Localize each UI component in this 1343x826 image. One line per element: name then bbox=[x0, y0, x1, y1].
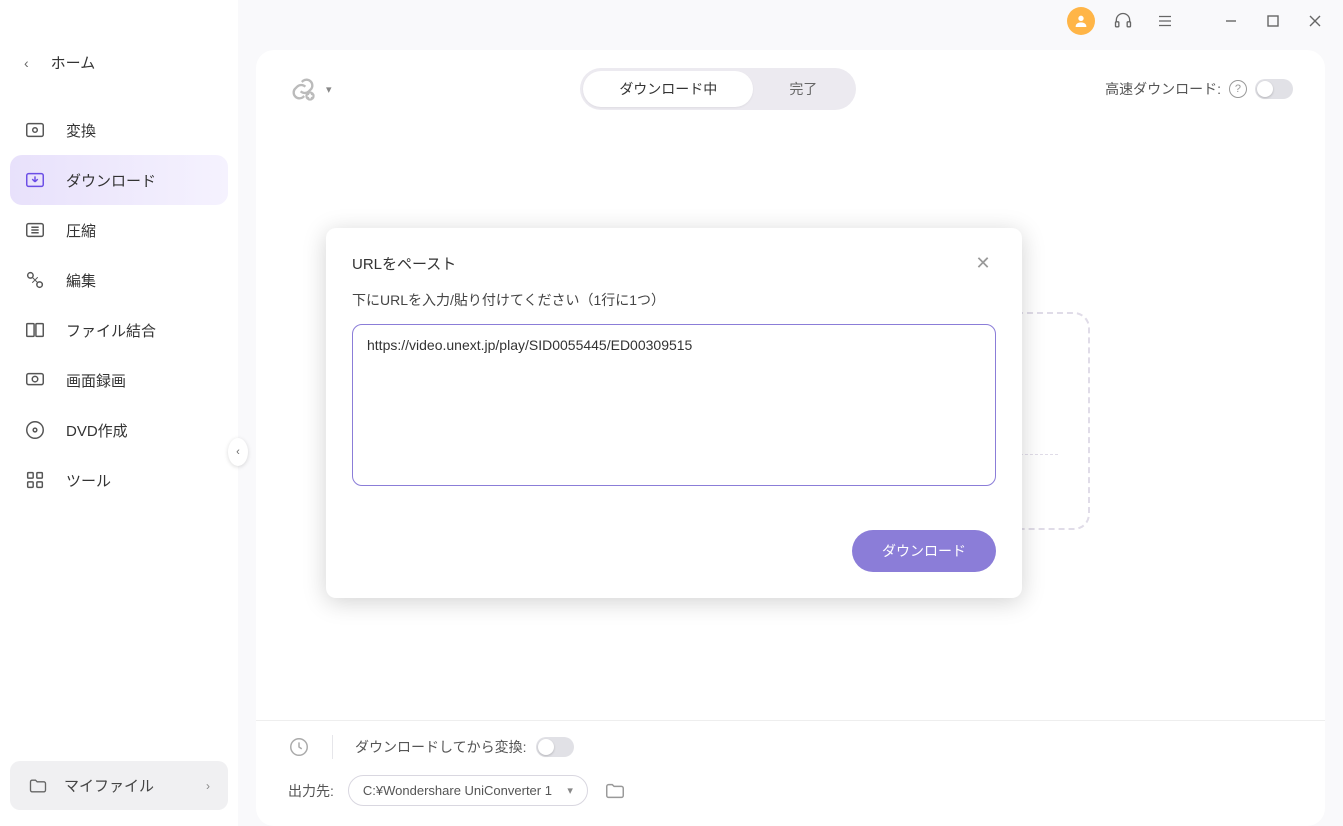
nav-label: ファイル結合 bbox=[66, 320, 156, 341]
paste-link-button[interactable]: ▾ bbox=[288, 74, 332, 104]
sidebar-item-download[interactable]: ダウンロード bbox=[10, 155, 228, 205]
output-label: 出力先: bbox=[288, 781, 334, 801]
download-button[interactable]: ダウンロード bbox=[852, 530, 996, 572]
sidebar-item-record[interactable]: 画面録画 bbox=[10, 355, 228, 405]
convert-after-label: ダウンロードしてから変換: bbox=[355, 737, 526, 757]
record-icon bbox=[24, 369, 46, 391]
back-chevron-icon: ‹ bbox=[24, 55, 29, 71]
home-button[interactable]: ‹ ホーム bbox=[0, 40, 238, 85]
sidebar-item-edit[interactable]: 編集 bbox=[10, 255, 228, 305]
nav-list: 変換 ダウンロード 圧縮 編集 ファイル結合 bbox=[0, 105, 238, 505]
maximize-button[interactable] bbox=[1259, 7, 1287, 35]
sidebar-item-convert[interactable]: 変換 bbox=[10, 105, 228, 155]
merge-icon bbox=[24, 319, 46, 341]
modal-close-button[interactable]: ✕ bbox=[970, 250, 996, 276]
nav-label: ダウンロード bbox=[66, 170, 156, 191]
chevron-down-icon: ▾ bbox=[326, 83, 332, 96]
headset-icon[interactable] bbox=[1109, 7, 1137, 35]
url-textarea[interactable] bbox=[352, 324, 996, 486]
sidebar-item-dvd[interactable]: DVD作成 bbox=[10, 405, 228, 455]
compress-icon bbox=[24, 219, 46, 241]
sidebar-item-compress[interactable]: 圧縮 bbox=[10, 205, 228, 255]
avatar[interactable] bbox=[1067, 7, 1095, 35]
fast-download-toggle[interactable] bbox=[1255, 79, 1293, 99]
menu-icon[interactable] bbox=[1151, 7, 1179, 35]
myfile-button[interactable]: マイファイル › bbox=[10, 761, 228, 810]
sidebar-collapse-toggle[interactable]: ‹ bbox=[228, 438, 248, 466]
myfile-label: マイファイル bbox=[64, 775, 190, 796]
output-path-text: C:¥Wondershare UniConverter 1 bbox=[363, 783, 557, 798]
sidebar-item-tools[interactable]: ツール bbox=[10, 455, 228, 505]
nav-label: 編集 bbox=[66, 270, 96, 291]
help-icon[interactable]: ? bbox=[1229, 80, 1247, 98]
tools-icon bbox=[24, 469, 46, 491]
tab-downloading[interactable]: ダウンロード中 bbox=[583, 71, 753, 107]
tabs: ダウンロード中 完了 bbox=[580, 68, 856, 110]
output-path-select[interactable]: C:¥Wondershare UniConverter 1 ▾ bbox=[348, 775, 588, 806]
open-folder-button[interactable] bbox=[602, 778, 628, 804]
nav-label: DVD作成 bbox=[66, 420, 128, 441]
folder-icon bbox=[28, 776, 48, 796]
download-icon bbox=[24, 169, 46, 191]
chevron-down-icon: ▾ bbox=[567, 784, 573, 797]
sidebar-item-merge[interactable]: ファイル結合 bbox=[10, 305, 228, 355]
convert-after-row: ダウンロードしてから変換: bbox=[355, 737, 574, 757]
minimize-button[interactable] bbox=[1217, 7, 1245, 35]
link-plus-icon bbox=[288, 74, 318, 104]
sidebar: ‹ ホーム 変換 ダウンロード 圧縮 編集 bbox=[0, 0, 238, 826]
bottombar: ダウンロードしてから変換: 出力先: C:¥Wondershare UniCon… bbox=[256, 720, 1325, 826]
nav-label: 圧縮 bbox=[66, 220, 96, 241]
edit-icon bbox=[24, 269, 46, 291]
titlebar bbox=[238, 0, 1343, 42]
convert-icon bbox=[24, 119, 46, 141]
nav-label: 変換 bbox=[66, 120, 96, 141]
convert-after-toggle[interactable] bbox=[536, 737, 574, 757]
fast-download-label: 高速ダウンロード: bbox=[1105, 79, 1221, 99]
topbar: ▾ ダウンロード中 完了 高速ダウンロード: ? bbox=[256, 50, 1325, 122]
nav-label: 画面録画 bbox=[66, 370, 126, 391]
dvd-icon bbox=[24, 419, 46, 441]
tab-done[interactable]: 完了 bbox=[753, 71, 853, 107]
modal-subtitle: 下にURLを入力/貼り付けてください（1行に1つ） bbox=[352, 290, 996, 310]
home-label: ホーム bbox=[51, 52, 96, 73]
close-button[interactable] bbox=[1301, 7, 1329, 35]
divider bbox=[332, 735, 333, 759]
schedule-icon[interactable] bbox=[288, 736, 310, 758]
paste-url-modal: URLをペースト ✕ 下にURLを入力/貼り付けてください（1行に1つ） ダウン… bbox=[326, 228, 1022, 598]
fast-download-row: 高速ダウンロード: ? bbox=[1105, 79, 1293, 99]
chevron-right-icon: › bbox=[206, 779, 210, 793]
nav-label: ツール bbox=[66, 470, 111, 491]
modal-title: URLをペースト bbox=[352, 253, 456, 274]
